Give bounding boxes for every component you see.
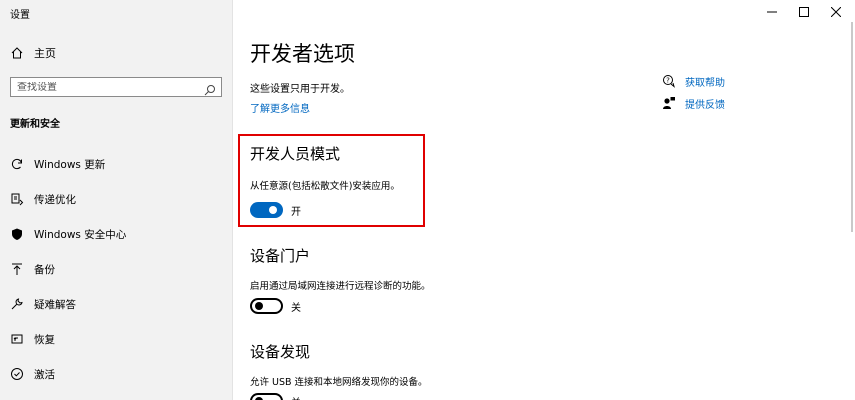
page-description: 这些设置只用于开发。 [250, 84, 350, 95]
sidebar-item-windows-update[interactable]: Windows 更新 [10, 155, 225, 173]
recovery-icon [10, 332, 24, 346]
svg-text:?: ? [666, 77, 670, 85]
sidebar-item-activation[interactable]: 激活 [10, 365, 225, 383]
home-icon [10, 46, 24, 60]
toggle-knob [255, 302, 263, 310]
learn-more-link[interactable]: 了解更多信息 [250, 100, 310, 115]
device-portal-title: 设备门户 [250, 247, 311, 265]
refresh-icon [10, 157, 24, 171]
activation-check-icon [10, 367, 24, 381]
page-title: 开发者选项 [250, 42, 355, 66]
sidebar-divider [232, 0, 233, 400]
dev-mode-description: 从任意源(包括松散文件)安装应用。 [250, 181, 400, 192]
sidebar-item-label: Windows 安全中心 [34, 228, 127, 241]
search-box[interactable] [10, 77, 222, 97]
search-input[interactable] [17, 81, 197, 93]
wrench-icon [10, 297, 24, 311]
feedback-person-icon [662, 96, 676, 110]
sidebar-home-label: 主页 [34, 47, 56, 60]
device-discovery-description: 允许 USB 连接和本地网络发现你的设备。 [250, 377, 428, 388]
device-portal-toggle-row[interactable]: 关 [250, 297, 301, 315]
close-icon [831, 7, 841, 17]
sidebar-item-label: 传递优化 [34, 193, 76, 206]
device-portal-toggle[interactable] [250, 298, 283, 314]
sidebar-item-label: 疑难解答 [34, 298, 76, 311]
device-discovery-state: 关 [291, 394, 301, 400]
window-title: 设置 [10, 10, 30, 21]
sidebar-item-label: 激活 [34, 368, 55, 381]
device-discovery-title: 设备发现 [250, 343, 311, 361]
get-help-text[interactable]: 获取帮助 [685, 74, 725, 89]
device-portal-description: 启用通过局域网连接进行远程诊断的功能。 [250, 281, 431, 292]
sidebar-item-home[interactable]: 主页 [10, 44, 56, 62]
shield-icon [10, 227, 24, 241]
scrollbar[interactable] [851, 22, 853, 232]
dev-mode-toggle[interactable] [250, 202, 283, 218]
sidebar-section-title: 更新和安全 [10, 119, 60, 130]
device-portal-state: 关 [291, 302, 301, 314]
device-discovery-toggle-row[interactable]: 关 [250, 392, 301, 400]
feedback-link[interactable]: 提供反馈 [662, 95, 725, 111]
dev-mode-toggle-row[interactable]: 开 [250, 201, 301, 219]
minimize-button[interactable] [754, 2, 790, 22]
chat-help-icon: ? [662, 74, 676, 88]
device-discovery-toggle[interactable] [250, 393, 283, 400]
sidebar-item-troubleshoot[interactable]: 疑难解答 [10, 295, 225, 313]
sidebar-item-backup[interactable]: 备份 [10, 260, 225, 278]
sidebar-item-label: 备份 [34, 263, 55, 276]
backup-arrow-icon [10, 262, 24, 276]
maximize-button[interactable] [786, 2, 822, 22]
feedback-text[interactable]: 提供反馈 [685, 96, 725, 111]
search-icon[interactable] [204, 81, 216, 96]
get-help-link[interactable]: ? 获取帮助 [662, 73, 725, 89]
sidebar-item-windows-security[interactable]: Windows 安全中心 [10, 225, 225, 243]
sidebar-item-label: 恢复 [34, 333, 55, 346]
delivery-optimization-icon [10, 192, 24, 206]
close-button[interactable] [818, 2, 854, 22]
toggle-knob [269, 206, 277, 214]
sidebar-item-label: Windows 更新 [34, 158, 106, 171]
sidebar-item-recovery[interactable]: 恢复 [10, 330, 225, 348]
sidebar-item-delivery-optimization[interactable]: 传递优化 [10, 190, 225, 208]
dev-mode-state: 开 [291, 206, 301, 218]
dev-mode-title: 开发人员模式 [250, 145, 341, 163]
minimize-icon [767, 11, 777, 13]
maximize-icon [799, 7, 809, 17]
